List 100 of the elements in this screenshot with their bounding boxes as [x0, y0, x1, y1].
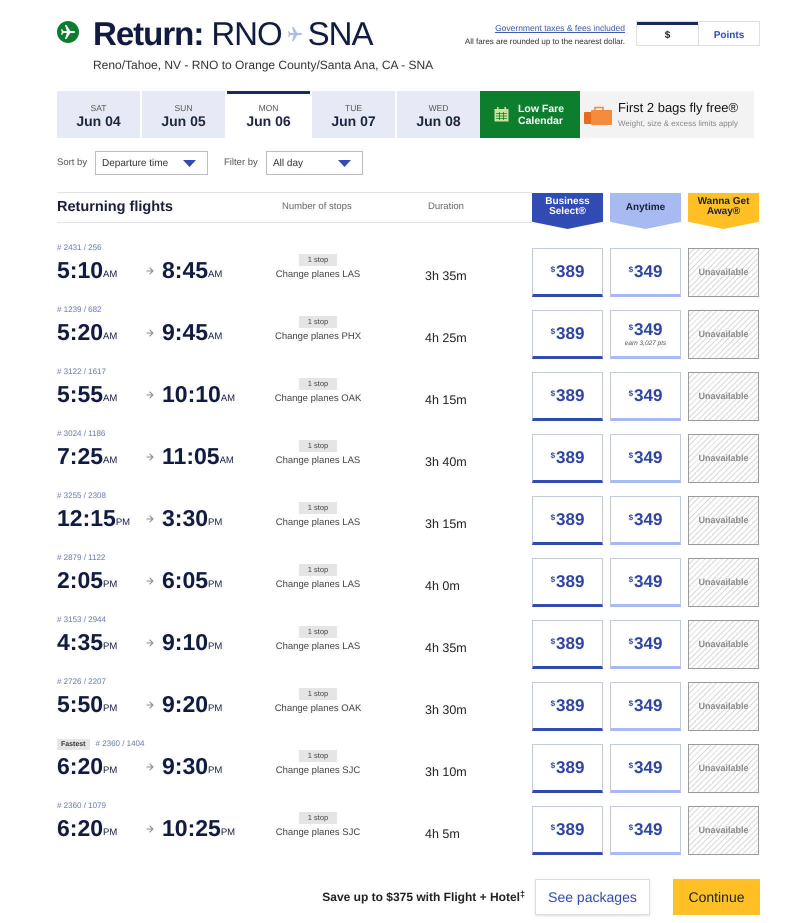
connection-info: Change planes LAS — [276, 640, 360, 654]
time-period: PM — [220, 827, 236, 839]
departure-time: 5:50 — [57, 692, 104, 716]
departure-time: 7:25 — [57, 444, 104, 468]
flight-number: # 2431 / 256 — [57, 242, 102, 254]
time-period: AM — [220, 455, 234, 467]
time-period: AM — [103, 331, 118, 343]
luggage-icon — [584, 104, 612, 124]
departure-time: 5:10 — [57, 258, 104, 282]
fare-class-header: Business Select® — [532, 193, 603, 229]
currency-toggle-option[interactable]: $ — [637, 22, 698, 45]
fare-option[interactable]: $389 — [532, 248, 603, 297]
unavailable-fare: Unavailable — [688, 248, 759, 297]
route-description: Reno/Tahoe, NV - RNO to Orange County/Santa Ana, CA - SNA — [93, 57, 434, 74]
fare-option[interactable]: $349 — [610, 248, 681, 297]
fare-option[interactable]: $389 — [532, 496, 603, 545]
fare-option[interactable]: $349 — [610, 372, 681, 421]
flight-number: # 2726 / 2207 — [57, 676, 106, 688]
arrival-time: 11:05 — [162, 444, 220, 468]
origin-code: RNO — [211, 15, 282, 53]
departure-time: 12:15 — [57, 506, 116, 530]
time-period: AM — [103, 393, 118, 405]
flight-duration: 3h 40m — [425, 455, 467, 469]
flight-duration: 3h 15m — [425, 517, 467, 531]
fare-option[interactable]: $389 — [532, 744, 603, 793]
departure-time: 6:20 — [57, 754, 104, 778]
fare-class-header: Wanna Get Away® — [688, 193, 759, 229]
flight-number: # 3255 / 2308 — [57, 490, 106, 502]
connection-info: Change planes LAS — [276, 454, 360, 468]
taxes-fees-link[interactable]: Government taxes & fees included — [495, 22, 625, 35]
rounding-note: All fares are rounded up to the nearest dollar. — [464, 36, 625, 48]
fare-option[interactable]: $389 — [532, 372, 603, 421]
flight-duration: 4h 5m — [425, 827, 460, 841]
arrival-time: 9:10 — [162, 630, 208, 654]
flight-number: # 2360 / 1404 — [96, 738, 144, 750]
time-period: PM — [208, 641, 222, 653]
currency-toggle-option[interactable]: Points — [698, 22, 759, 45]
connection-info: Change planes OAK — [274, 702, 362, 716]
time-period: PM — [208, 579, 222, 591]
fare-option[interactable]: $389 — [532, 682, 603, 731]
caret-icon — [338, 160, 351, 166]
sort-dropdown[interactable]: Departure time — [95, 151, 208, 175]
caret-icon — [183, 160, 196, 166]
fare-option[interactable]: $349 — [610, 620, 681, 669]
bags-promo-subtitle: Weight, size & excess limits apply — [618, 118, 738, 130]
fare-option[interactable]: $389 — [532, 620, 603, 669]
arrival-time: 8:45 — [162, 258, 208, 282]
time-period: AM — [103, 269, 118, 281]
page-title: Return: — [93, 15, 204, 53]
arrow-icon — [144, 266, 154, 276]
unavailable-fare: Unavailable — [688, 310, 759, 359]
flight-number: # 3122 / 1617 — [57, 366, 106, 378]
bags-promo-title: First 2 bags fly free® — [618, 100, 738, 116]
unavailable-fare: Unavailable — [688, 558, 759, 607]
time-period: PM — [103, 703, 118, 715]
fare-option[interactable]: $349 — [610, 806, 681, 855]
connection-info: Change planes SJC — [276, 764, 360, 778]
departure-time: 4:35 — [57, 630, 104, 654]
date-tab[interactable]: TUE Jun 07 — [312, 91, 395, 138]
column-header: Number of stops — [282, 200, 353, 214]
fare-option[interactable]: $389 — [532, 310, 603, 359]
departure-time: 6:20 — [57, 816, 104, 840]
fare-option[interactable]: $349 — [610, 434, 681, 483]
fare-option[interactable]: $349 — [610, 558, 681, 607]
connection-info: Change planes OAK — [274, 392, 362, 406]
connection-info: Change planes LAS — [276, 516, 360, 530]
flight-duration: 3h 35m — [425, 269, 467, 283]
fare-option[interactable]: $349 — [610, 496, 681, 545]
fare-option[interactable]: $389 — [532, 434, 603, 483]
flight-number: # 2879 / 1122 — [57, 552, 106, 564]
plane-icon — [57, 21, 79, 43]
continue-button[interactable]: Continue — [673, 879, 760, 915]
fare-option[interactable]: $389 — [532, 806, 603, 855]
date-tab[interactable]: WED Jun 08 — [397, 91, 480, 138]
time-period: PM — [103, 765, 118, 777]
arrow-icon — [144, 638, 154, 648]
arrow-icon — [144, 700, 154, 710]
arrival-time: 10:25 — [162, 816, 221, 840]
time-period: AM — [208, 331, 222, 343]
fare-option[interactable]: $389 — [532, 558, 603, 607]
arrow-icon — [144, 762, 154, 772]
filter-dropdown[interactable]: All day — [266, 151, 363, 175]
arrival-time: 10:10 — [162, 382, 221, 406]
date-tab[interactable]: SAT Jun 04 — [57, 91, 140, 138]
unavailable-fare: Unavailable — [688, 620, 759, 669]
low-fare-calendar-button[interactable]: Low Fare Calendar — [480, 91, 580, 138]
flight-duration: 4h 25m — [425, 331, 467, 345]
see-packages-button[interactable]: See packages — [535, 879, 650, 915]
fare-option[interactable]: $349 — [610, 744, 681, 793]
destination-code: SNA — [308, 15, 373, 53]
arrow-icon — [144, 824, 154, 834]
filter-label: Filter by — [224, 156, 259, 170]
time-period: PM — [116, 517, 130, 529]
date-tab[interactable]: SUN Jun 05 — [142, 91, 225, 138]
connection-info: Change planes SJC — [276, 826, 360, 840]
departure-time: 2:05 — [57, 568, 104, 592]
flight-duration: 3h 10m — [425, 765, 467, 779]
fare-option[interactable]: $349 — [610, 682, 681, 731]
unavailable-fare: Unavailable — [688, 682, 759, 731]
arrival-time: 9:45 — [162, 320, 208, 344]
